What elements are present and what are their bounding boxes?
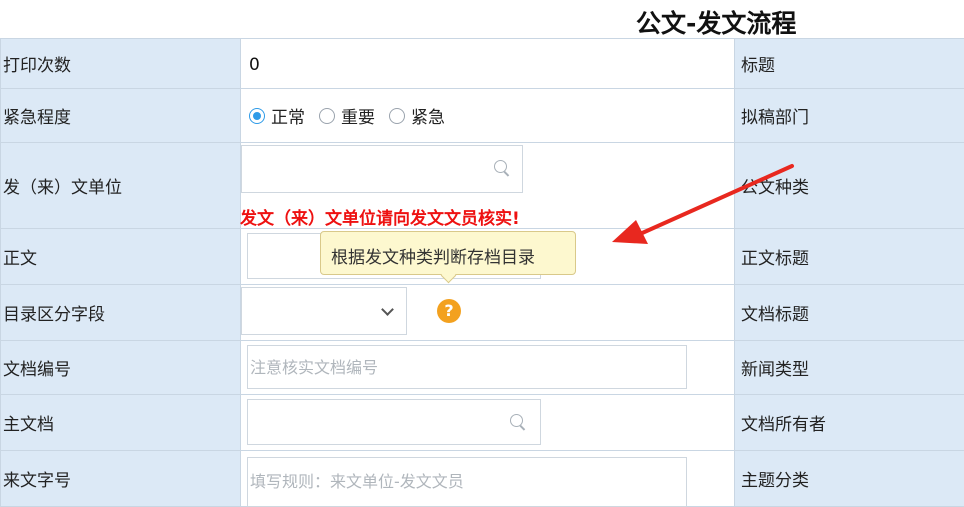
annotation-arrow [0, 0, 964, 493]
